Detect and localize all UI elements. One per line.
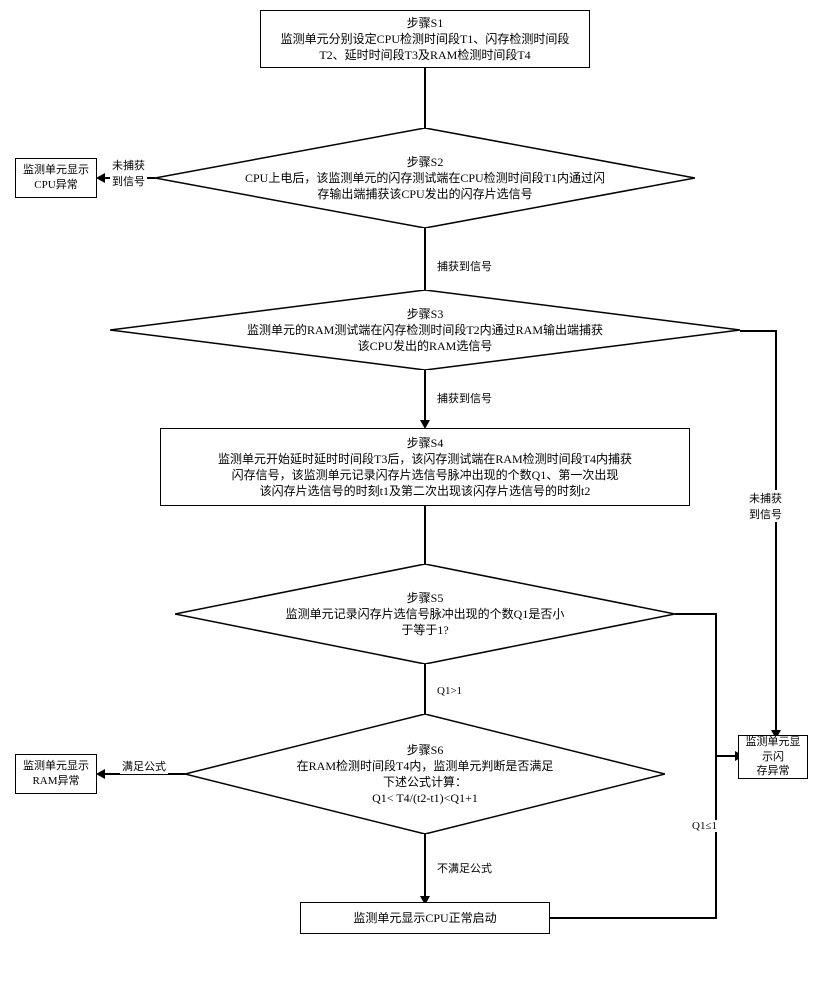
edge-s2-yes: 捕获到信号: [435, 258, 494, 274]
edge-s5-le: Q1≤1: [690, 820, 719, 832]
ram-error-box: 监测单元显示 RAM异常: [15, 754, 97, 794]
step-s1-body: 监测单元分别设定CPU检测时间段T1、闪存检测时间段 T2、延时时间段T3及RA…: [281, 31, 570, 63]
normal-start-box: 监测单元显示CPU正常启动: [300, 902, 550, 934]
step-s2: 步骤S2 CPU上电后，该监测单元的闪存测试端在CPU检测时间段T1内通过闪 存…: [155, 128, 695, 228]
step-s3: 步骤S3 监测单元的RAM测试端在闪存检测时间段T2内通过RAM输出端捕获 该C…: [110, 290, 740, 370]
edge-s6-no: 不满足公式: [435, 860, 494, 876]
flowchart-canvas: 步骤S1 监测单元分别设定CPU检测时间段T1、闪存检测时间段 T2、延时时间段…: [10, 10, 810, 990]
step-s6-body3: Q1< T4/(t2-t1)<Q1+1: [372, 790, 478, 806]
step-s5: 步骤S5 监测单元记录闪存片选信号脉冲出现的个数Q1是否小 于等于1?: [175, 564, 675, 664]
cpu-error-box: 监测单元显示 CPU异常: [15, 158, 97, 198]
step-s6-body1: 在RAM检测时间段T4内，监测单元判断是否满足: [297, 758, 554, 774]
step-s3-body: 监测单元的RAM测试端在闪存检测时间段T2内通过RAM输出端捕获 该CPU发出的…: [247, 322, 603, 354]
step-s5-body: 监测单元记录闪存片选信号脉冲出现的个数Q1是否小 于等于1?: [286, 606, 565, 638]
step-s6: 步骤S6 在RAM检测时间段T4内，监测单元判断是否满足 下述公式计算： Q1<…: [185, 714, 665, 834]
step-s2-title: 步骤S2: [407, 154, 444, 170]
flash-error-box: 监测单元显示闪 存异常: [738, 735, 808, 779]
step-s1: 步骤S1 监测单元分别设定CPU检测时间段T1、闪存检测时间段 T2、延时时间段…: [260, 10, 590, 68]
step-s6-body2: 下述公式计算：: [383, 774, 467, 790]
step-s2-body: CPU上电后，该监测单元的闪存测试端在CPU检测时间段T1内通过闪 存输出端捕获…: [245, 170, 605, 202]
step-s1-title: 步骤S1: [407, 15, 444, 31]
edge-s3-yes: 捕获到信号: [435, 390, 494, 406]
step-s4-title: 步骤S4: [407, 435, 444, 451]
step-s6-title: 步骤S6: [407, 742, 444, 758]
edge-s2-no: 未捕获 到信号: [110, 157, 147, 189]
edge-s3-no: 未捕获 到信号: [747, 490, 784, 522]
step-s4-body: 监测单元开始延时延时时间段T3后，该闪存测试端在RAM检测时间段T4内捕获 闪存…: [218, 451, 632, 500]
step-s4: 步骤S4 监测单元开始延时延时时间段T3后，该闪存测试端在RAM检测时间段T4内…: [160, 428, 690, 506]
edge-s6-yes: 满足公式: [120, 758, 168, 774]
edge-s5-gt: Q1>1: [435, 685, 464, 697]
step-s3-title: 步骤S3: [407, 306, 444, 322]
step-s5-title: 步骤S5: [407, 590, 444, 606]
